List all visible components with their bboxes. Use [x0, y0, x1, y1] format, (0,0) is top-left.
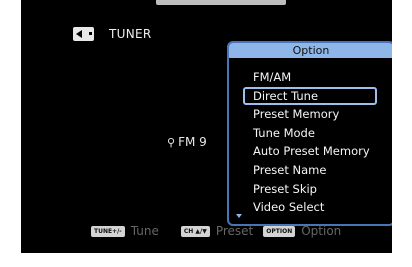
- option-guide: OPTION Option: [263, 224, 341, 238]
- tune-key: TUNE+/-: [91, 225, 125, 237]
- option-menu-title: Option: [229, 43, 392, 58]
- option-menu-list: FM/AM Direct Tune Preset Memory Tune Mod…: [243, 68, 377, 217]
- option-key: OPTION: [263, 225, 296, 237]
- menu-item-tune-mode[interactable]: Tune Mode: [243, 124, 377, 143]
- menu-item-preset-memory[interactable]: Preset Memory: [243, 105, 377, 124]
- tune-label: Tune: [130, 224, 159, 238]
- menu-item-auto-preset-memory[interactable]: Auto Preset Memory: [243, 142, 377, 161]
- menu-item-preset-skip[interactable]: Preset Skip: [243, 180, 377, 199]
- preset-label: Preset: [215, 224, 254, 238]
- tune-guide: TUNE+/- Tune: [91, 224, 159, 238]
- top-strip: [156, 0, 286, 5]
- source-label: TUNER: [109, 27, 152, 41]
- menu-item-preset-name[interactable]: Preset Name: [243, 161, 377, 180]
- preset-guide: CH ▲/▼ Preset: [180, 224, 254, 238]
- preset-key: CH ▲/▼: [180, 225, 210, 237]
- antenna-icon: ⚲: [167, 136, 176, 149]
- option-menu-popup: Option FM/AM Direct Tune Preset Memory T…: [227, 41, 392, 226]
- tuner-screen: TUNER ⚲FM 9 g TUNE+/- Tune CH ▲/▼ Preset…: [21, 0, 392, 253]
- menu-item-video-select[interactable]: Video Select: [243, 198, 377, 217]
- speaker-icon: [73, 27, 94, 41]
- option-label: Option: [301, 224, 342, 238]
- frequency-text: FM 9: [178, 135, 207, 149]
- frequency-display: ⚲ FM 9: [167, 135, 207, 149]
- scroll-down-icon[interactable]: [236, 214, 242, 218]
- menu-item-direct-tune[interactable]: Direct Tune: [243, 86, 377, 106]
- menu-item-fm-am[interactable]: FM/AM: [243, 68, 377, 87]
